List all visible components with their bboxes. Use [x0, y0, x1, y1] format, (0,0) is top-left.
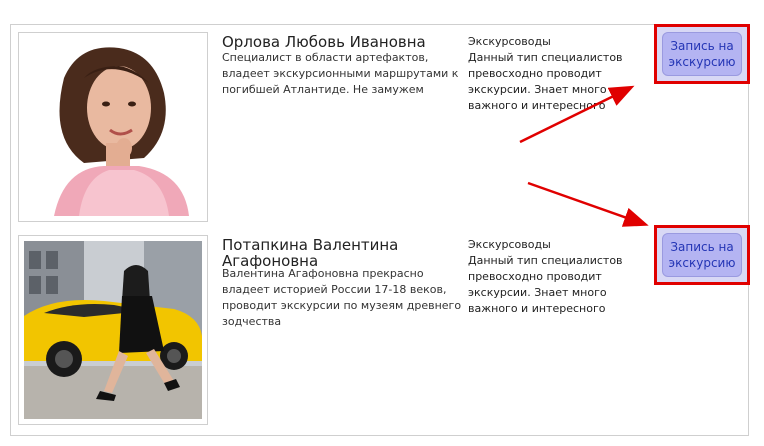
- annotation-arrows: [519, 85, 649, 227]
- annotation-arrow: [527, 181, 649, 227]
- annotation-arrow: [519, 85, 635, 144]
